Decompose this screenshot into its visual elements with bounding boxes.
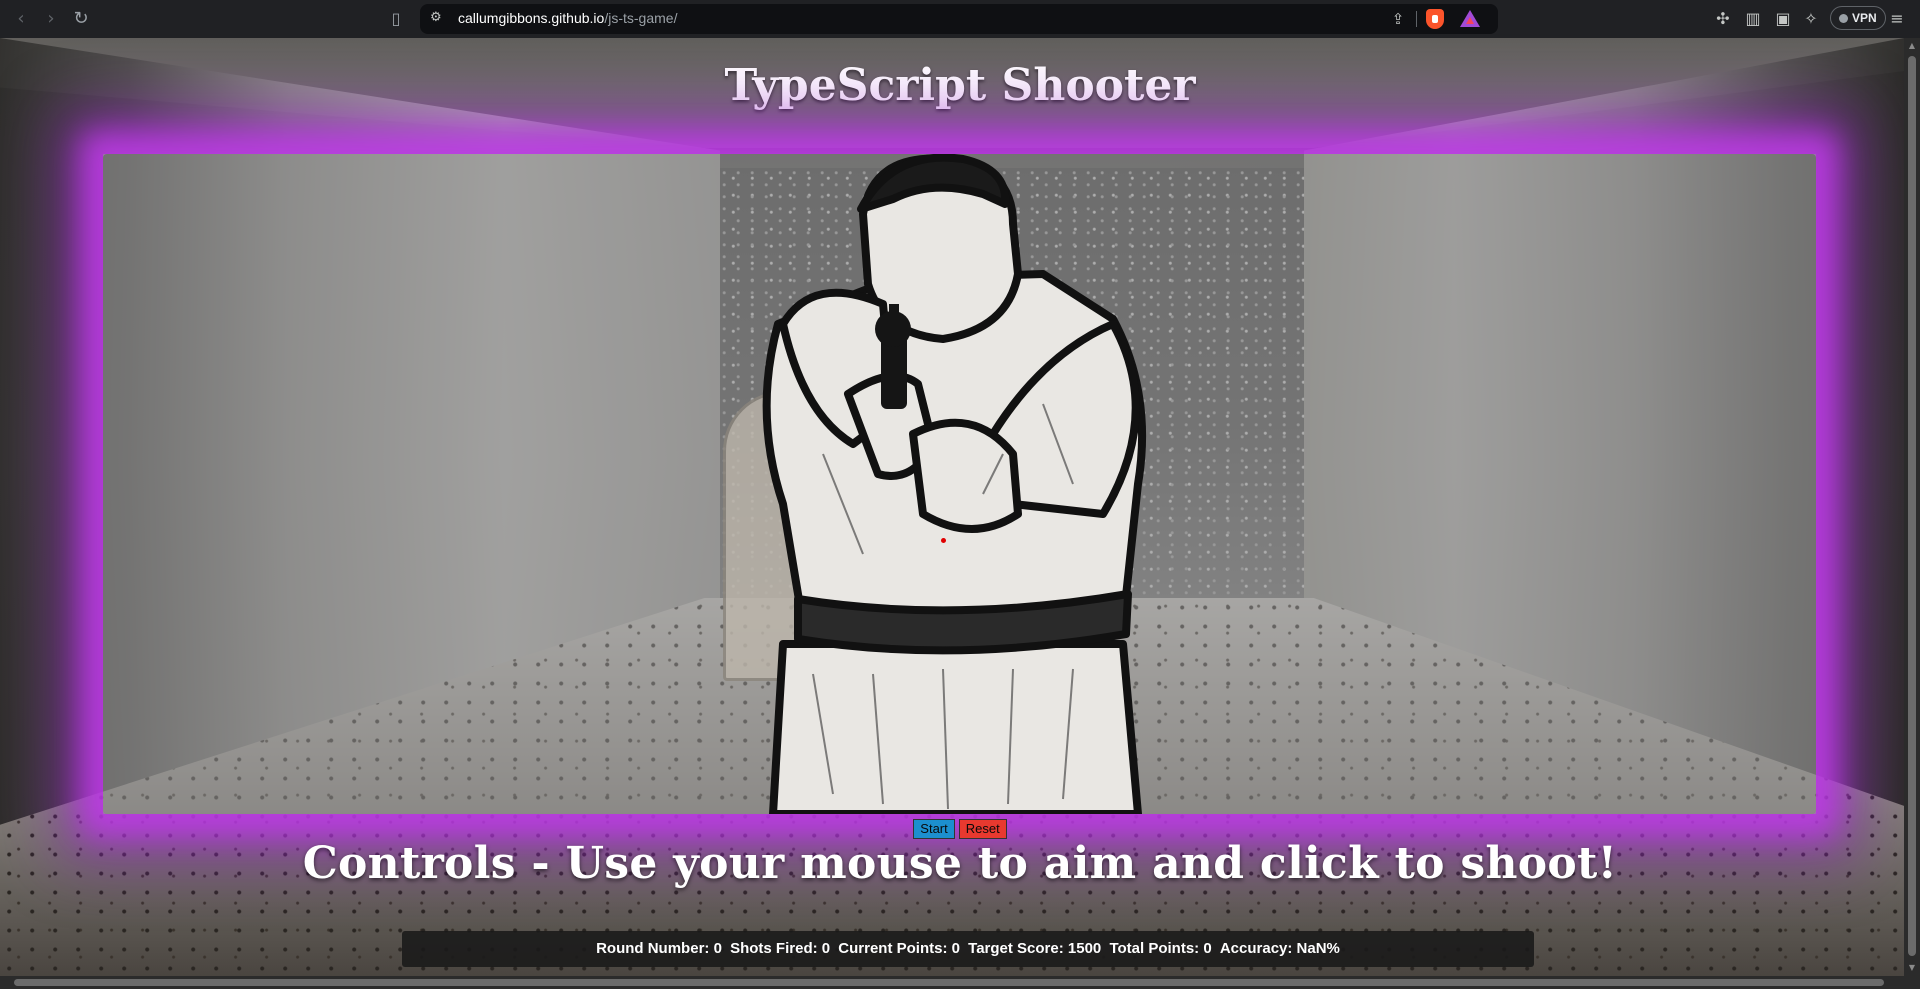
leo-ai-icon[interactable]: ✧ (1800, 8, 1822, 30)
menu-icon[interactable]: ≡ (1886, 8, 1908, 30)
address-bar[interactable]: ⚙ callumgibbons.github.io/js-ts-game/ ⇪ (420, 4, 1498, 34)
stat-round-number: Round Number: 0 (596, 940, 722, 957)
bookmark-icon[interactable]: ▯ (388, 8, 404, 30)
forward-arrow-icon[interactable]: › (40, 8, 62, 30)
site-settings-icon[interactable]: ⚙ (430, 10, 446, 26)
stat-current-points: Current Points: 0 (838, 940, 960, 957)
sidebar-icon[interactable]: ▥ (1742, 8, 1764, 30)
browser-toolbar: ‹ › ↻ ▯ ⚙ callumgibbons.github.io/js-ts-… (0, 0, 1920, 38)
page-viewport: TypeScript Shooter Start Reset Controls … (0, 38, 1904, 976)
wallet-icon[interactable]: ▣ (1772, 8, 1794, 30)
game-board[interactable] (103, 154, 1816, 814)
back-arrow-icon[interactable]: ‹ (10, 8, 32, 30)
address-divider (1416, 11, 1417, 27)
share-icon[interactable]: ⇪ (1388, 9, 1408, 29)
url-host: callumgibbons.github.io (458, 10, 605, 26)
horizontal-scroll-thumb[interactable] (14, 979, 1884, 986)
stats-bar: Round Number: 0 Shots Fired: 0 Current P… (402, 931, 1534, 967)
vertical-scroll-thumb[interactable] (1908, 56, 1916, 956)
horizontal-scrollbar[interactable] (0, 976, 1904, 989)
gunman-target[interactable] (743, 154, 1173, 814)
vertical-scrollbar[interactable]: ▲ ▼ (1904, 38, 1920, 976)
stat-target-score: Target Score: 1500 (968, 940, 1102, 957)
extensions-icon[interactable]: ✣ (1712, 8, 1734, 30)
stat-shots-fired: Shots Fired: 0 (730, 940, 831, 957)
stat-total-points: Total Points: 0 (1109, 940, 1212, 957)
vpn-label: VPN (1852, 11, 1877, 25)
scrollbar-corner (1904, 976, 1920, 989)
reload-icon[interactable]: ↻ (70, 8, 92, 30)
game-controls-row: Start Reset (0, 819, 1904, 839)
page-title: TypeScript Shooter (724, 60, 1196, 111)
vpn-status-icon (1839, 14, 1848, 23)
url-path: /js-ts-game/ (604, 10, 678, 26)
stat-accuracy: Accuracy: NaN% (1219, 940, 1340, 957)
scroll-up-icon[interactable]: ▲ (1904, 38, 1920, 54)
reset-button[interactable]: Reset (958, 819, 1007, 839)
brave-rewards-icon[interactable] (1460, 10, 1480, 27)
brave-shields-icon[interactable] (1426, 9, 1444, 29)
url-text[interactable]: callumgibbons.github.io/js-ts-game/ (458, 10, 677, 26)
start-button[interactable]: Start (913, 819, 955, 839)
vpn-button[interactable]: VPN (1830, 6, 1886, 30)
controls-instructions: Controls - Use your mouse to aim and cli… (302, 838, 1618, 889)
crosshair-dot (941, 538, 946, 543)
scroll-down-icon[interactable]: ▼ (1904, 960, 1920, 976)
